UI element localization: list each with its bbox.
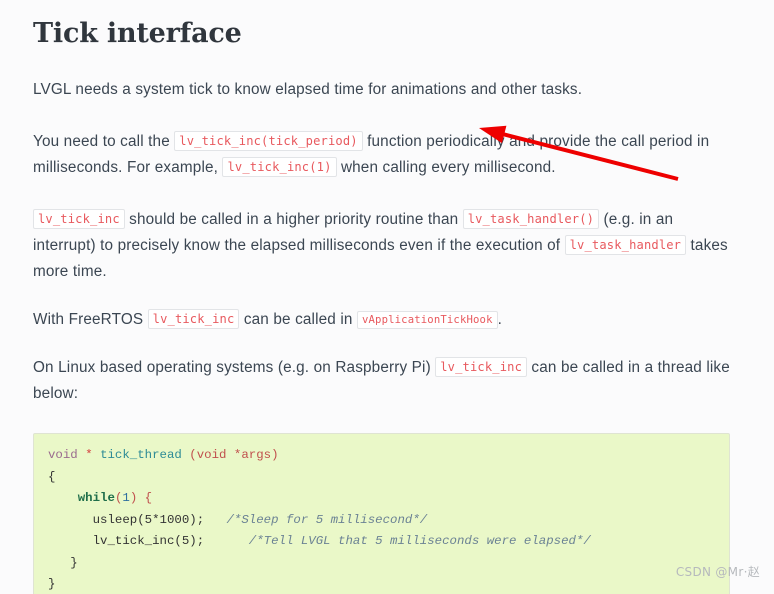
page-title: Tick interface bbox=[33, 18, 242, 49]
code-token: } bbox=[48, 555, 78, 570]
paragraph-linux: On Linux based operating systems (e.g. o… bbox=[33, 333, 730, 407]
intro-text: LVGL needs a system tick to know elapsed… bbox=[33, 81, 583, 99]
code-token: /*Tell LVGL that 5 milliseconds were ela… bbox=[248, 534, 591, 549]
code-block: void * tick_thread (void *args) { while(… bbox=[33, 433, 730, 594]
paragraph-priority: lv_tick_inc should be called in a higher… bbox=[33, 181, 730, 285]
code-token: ) bbox=[271, 448, 279, 463]
inline-code-lv-tick-inc-freertos: lv_tick_inc bbox=[147, 309, 240, 330]
code-block-content: void * tick_thread (void *args) { while(… bbox=[48, 444, 715, 594]
freertos-text-2: can be called in bbox=[239, 311, 357, 329]
code-token: usleep(5*1000); bbox=[48, 512, 205, 527]
inline-code-lv-tick-inc-linux: lv_tick_inc bbox=[435, 357, 528, 378]
inline-code-vapplicationtickhook: vApplicationTickHook bbox=[356, 311, 498, 330]
code-token: void bbox=[48, 448, 78, 463]
call-period-text-3: when calling every millisecond. bbox=[336, 159, 556, 177]
inline-code-lv-task-handler-call: lv_task_handler() bbox=[462, 209, 600, 230]
code-token: lv_tick_inc(5); bbox=[48, 534, 205, 549]
paragraph-call-period: You need to call the lv_tick_inc(tick_pe… bbox=[33, 103, 730, 181]
code-token: *args bbox=[233, 448, 272, 463]
code-token: { bbox=[48, 469, 56, 484]
paragraph-intro: LVGL needs a system tick to know elapsed… bbox=[33, 51, 730, 103]
call-period-text-1: You need to call the bbox=[33, 133, 175, 151]
inline-code-lv-tick-inc-1: lv_tick_inc(1) bbox=[222, 157, 337, 178]
code-token: ) { bbox=[129, 491, 153, 506]
code-token: void bbox=[196, 448, 227, 463]
inline-code-lv-task-handler: lv_task_handler bbox=[564, 235, 687, 256]
freertos-text-1: With FreeRTOS bbox=[33, 311, 148, 329]
code-token: * bbox=[85, 448, 93, 463]
code-token: } bbox=[48, 577, 56, 592]
code-token: 1 bbox=[122, 491, 130, 506]
code-token: ( bbox=[189, 448, 197, 463]
freertos-text-3: . bbox=[497, 311, 503, 329]
code-token: /*Sleep for 5 millisecond*/ bbox=[226, 512, 428, 527]
code-source: void * tick_thread (void *args) { while(… bbox=[48, 448, 591, 591]
document-page: Tick interface LVGL needs a system tick … bbox=[0, 0, 774, 594]
code-token: tick_thread bbox=[100, 448, 182, 463]
inline-code-lv-tick-inc-priority: lv_tick_inc bbox=[33, 209, 125, 230]
watermark: CSDN @Mr·赵 bbox=[675, 565, 760, 579]
paragraph-freertos: With FreeRTOS lv_tick_inc can be called … bbox=[33, 285, 730, 333]
linux-text-1: On Linux based operating systems (e.g. o… bbox=[33, 359, 436, 377]
inline-code-lv-tick-inc-tick-period: lv_tick_inc(tick_period) bbox=[174, 131, 363, 152]
priority-text-1: should be called in a higher priority ro… bbox=[124, 211, 463, 229]
code-token: while bbox=[77, 491, 115, 506]
